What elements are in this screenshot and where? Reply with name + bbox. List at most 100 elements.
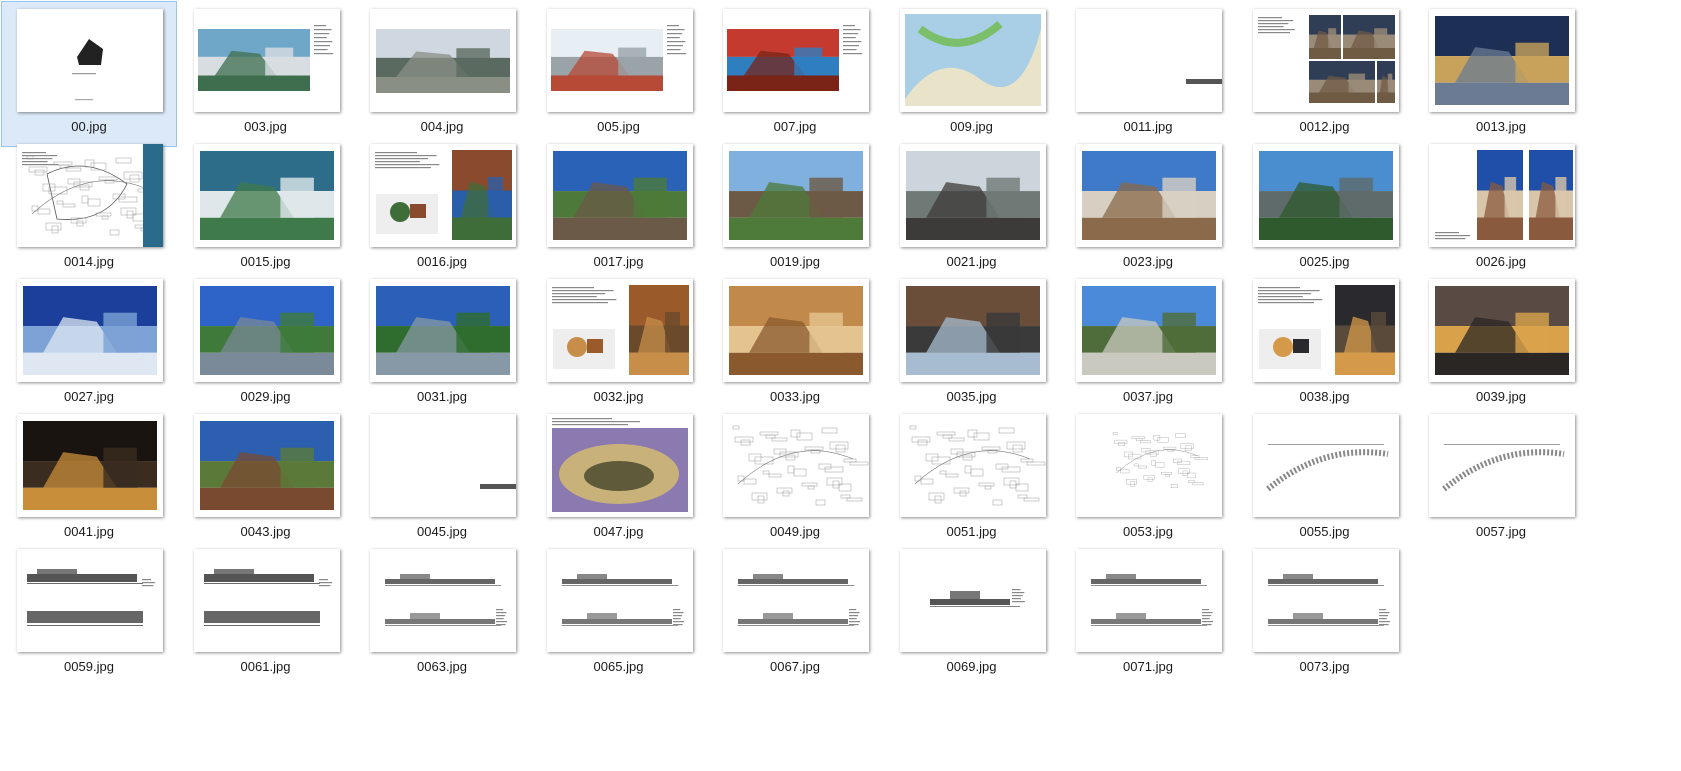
file-item[interactable]: 0065.jpg — [531, 541, 707, 687]
file-item[interactable]: 0011.jpg — [1060, 1, 1236, 147]
file-thumbnail[interactable] — [1076, 279, 1222, 382]
file-item[interactable]: 0033.jpg — [707, 271, 883, 417]
file-thumbnail[interactable] — [546, 414, 693, 517]
file-thumbnail[interactable] — [723, 414, 869, 517]
file-thumbnail[interactable] — [723, 549, 869, 652]
file-name-label[interactable]: 0073.jpg — [1238, 659, 1412, 674]
file-name-label[interactable]: 0047.jpg — [532, 524, 706, 539]
file-thumbnail[interactable] — [17, 279, 163, 382]
file-item[interactable]: 0043.jpg — [178, 406, 354, 552]
file-name-label[interactable]: 0071.jpg — [1061, 659, 1235, 674]
file-item[interactable]: 007.jpg — [707, 1, 883, 147]
file-item[interactable]: 0047.jpg — [531, 406, 707, 552]
file-name-label[interactable]: 0032.jpg — [532, 389, 706, 404]
file-item[interactable]: 0045.jpg — [354, 406, 530, 552]
file-thumbnail[interactable] — [193, 144, 340, 247]
file-name-label[interactable]: 0033.jpg — [708, 389, 882, 404]
file-item[interactable]: 0013.jpg — [1413, 1, 1589, 147]
file-name-label[interactable]: 0014.jpg — [2, 254, 176, 269]
file-item[interactable]: 0059.jpg — [1, 541, 177, 687]
file-item[interactable]: 0032.jpg — [531, 271, 707, 417]
file-item[interactable]: 0015.jpg — [178, 136, 354, 282]
file-name-label[interactable]: 0063.jpg — [355, 659, 529, 674]
file-item[interactable]: 0037.jpg — [1060, 271, 1236, 417]
file-item[interactable]: 0035.jpg — [884, 271, 1060, 417]
file-thumbnail[interactable] — [17, 414, 163, 517]
file-thumbnail[interactable] — [1076, 144, 1222, 247]
file-name-label[interactable]: 0041.jpg — [2, 524, 176, 539]
file-name-label[interactable]: 0065.jpg — [532, 659, 706, 674]
file-thumbnail[interactable] — [899, 279, 1046, 382]
file-item[interactable]: 0031.jpg — [354, 271, 530, 417]
file-thumbnail[interactable] — [1252, 144, 1399, 247]
file-thumbnail[interactable] — [17, 144, 163, 247]
file-item[interactable]: 0014.jpg — [1, 136, 177, 282]
file-item[interactable]: 0063.jpg — [354, 541, 530, 687]
file-item[interactable]: 0017.jpg — [531, 136, 707, 282]
file-thumbnail[interactable] — [899, 9, 1046, 112]
file-item[interactable]: 004.jpg — [354, 1, 530, 147]
file-thumbnail[interactable] — [723, 279, 869, 382]
file-item[interactable]: 0053.jpg — [1060, 406, 1236, 552]
file-thumbnail[interactable] — [370, 144, 516, 247]
file-item[interactable]: 003.jpg — [178, 1, 354, 147]
file-item[interactable]: 009.jpg — [884, 1, 1060, 147]
file-item[interactable]: 0057.jpg — [1413, 406, 1589, 552]
file-thumbnail[interactable] — [899, 414, 1046, 517]
file-item[interactable]: 0026.jpg — [1413, 136, 1589, 282]
file-item[interactable]: 0021.jpg — [884, 136, 1060, 282]
file-name-label[interactable]: 00.jpg — [2, 119, 176, 134]
file-item[interactable]: 0027.jpg — [1, 271, 177, 417]
file-thumbnail[interactable] — [370, 549, 516, 652]
file-thumbnail[interactable] — [1076, 9, 1222, 112]
file-thumbnail[interactable] — [723, 144, 869, 247]
file-thumbnail[interactable] — [193, 9, 340, 112]
file-name-label[interactable]: 0025.jpg — [1238, 254, 1412, 269]
file-item[interactable]: 0025.jpg — [1237, 136, 1413, 282]
file-thumbnail[interactable] — [1429, 9, 1575, 112]
file-thumbnail[interactable] — [370, 9, 516, 112]
file-item[interactable]: 0039.jpg — [1413, 271, 1589, 417]
file-name-label[interactable]: 0055.jpg — [1238, 524, 1412, 539]
file-thumbnail[interactable] — [899, 144, 1046, 247]
file-thumbnail[interactable] — [193, 549, 340, 652]
file-thumbnail[interactable] — [1076, 549, 1222, 652]
file-item[interactable]: 0055.jpg — [1237, 406, 1413, 552]
file-name-label[interactable]: 0019.jpg — [708, 254, 882, 269]
file-item[interactable]: 0049.jpg — [707, 406, 883, 552]
file-name-label[interactable]: 005.jpg — [532, 119, 706, 134]
file-thumbnail[interactable] — [546, 279, 693, 382]
file-name-label[interactable]: 003.jpg — [179, 119, 353, 134]
file-name-label[interactable]: 0026.jpg — [1414, 254, 1588, 269]
file-thumbnail[interactable] — [546, 9, 693, 112]
file-thumbnail[interactable] — [546, 144, 693, 247]
file-name-label[interactable]: 0045.jpg — [355, 524, 529, 539]
file-item[interactable]: 0019.jpg — [707, 136, 883, 282]
file-thumbnail[interactable] — [1252, 549, 1399, 652]
file-name-label[interactable]: 0013.jpg — [1414, 119, 1588, 134]
file-name-label[interactable]: 0016.jpg — [355, 254, 529, 269]
file-thumbnail[interactable] — [1252, 414, 1399, 517]
file-name-label[interactable]: 0037.jpg — [1061, 389, 1235, 404]
file-name-label[interactable]: 0027.jpg — [2, 389, 176, 404]
file-item[interactable]: 0051.jpg — [884, 406, 1060, 552]
file-item[interactable]: 0067.jpg — [707, 541, 883, 687]
file-name-label[interactable]: 0021.jpg — [885, 254, 1059, 269]
file-thumbnail[interactable] — [1429, 279, 1575, 382]
file-item[interactable]: 0016.jpg — [354, 136, 530, 282]
file-name-label[interactable]: 009.jpg — [885, 119, 1059, 134]
file-name-label[interactable]: 0012.jpg — [1238, 119, 1412, 134]
file-name-label[interactable]: 0049.jpg — [708, 524, 882, 539]
file-name-label[interactable]: 0035.jpg — [885, 389, 1059, 404]
file-thumbnail[interactable] — [723, 9, 869, 112]
file-item[interactable]: 0073.jpg — [1237, 541, 1413, 687]
file-item[interactable]: 005.jpg — [531, 1, 707, 147]
file-name-label[interactable]: 0031.jpg — [355, 389, 529, 404]
file-item[interactable]: 0023.jpg — [1060, 136, 1236, 282]
file-item[interactable]: 0061.jpg — [178, 541, 354, 687]
file-thumbnail[interactable] — [17, 549, 163, 652]
file-name-label[interactable]: 0029.jpg — [179, 389, 353, 404]
file-name-label[interactable]: 007.jpg — [708, 119, 882, 134]
file-thumbnail[interactable] — [1429, 144, 1575, 247]
file-item[interactable]: 00.jpg — [1, 1, 177, 147]
